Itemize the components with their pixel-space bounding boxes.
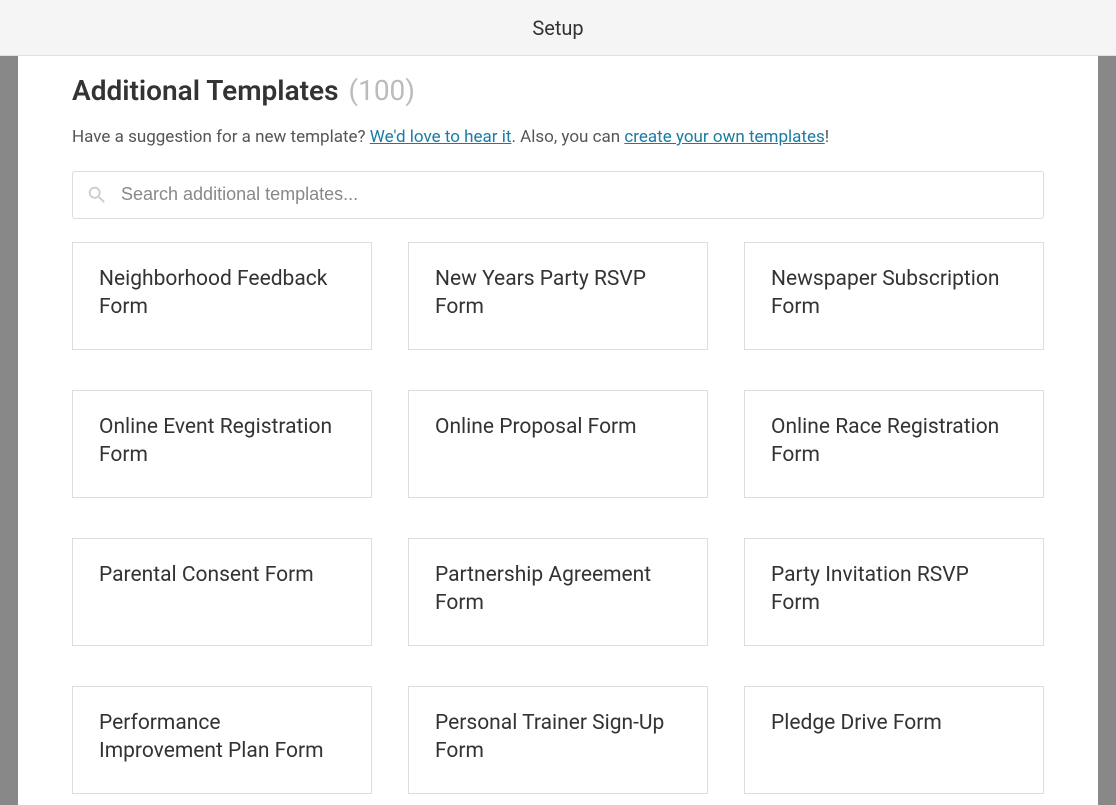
template-card[interactable]: Personal Trainer Sign-Up Form [408, 686, 708, 794]
template-card[interactable]: Online Event Registration Form [72, 390, 372, 498]
template-name: Partnership Agreement Form [435, 561, 681, 618]
template-card[interactable]: Neighborhood Feedback Form [72, 242, 372, 350]
title-row: Additional Templates (100) [72, 74, 1044, 107]
header-title: Setup [532, 16, 583, 40]
subtitle-suffix: ! [825, 127, 829, 147]
content-header: Additional Templates (100) Have a sugges… [18, 74, 1098, 219]
template-name: Online Race Registration Form [771, 413, 1017, 470]
template-name: New Years Party RSVP Form [435, 265, 681, 322]
right-gutter [1098, 56, 1116, 805]
search-icon [86, 184, 108, 206]
template-count: (100) [349, 74, 416, 107]
template-name: Neighborhood Feedback Form [99, 265, 345, 322]
template-name: Newspaper Subscription Form [771, 265, 1017, 322]
template-name: Party Invitation RSVP Form [771, 561, 1017, 618]
template-name: Personal Trainer Sign-Up Form [435, 709, 681, 766]
main-panel: Additional Templates (100) Have a sugges… [18, 56, 1098, 805]
template-card[interactable]: Performance Improvement Plan Form [72, 686, 372, 794]
create-templates-link[interactable]: create your own templates [624, 127, 824, 147]
template-card[interactable]: Parental Consent Form [72, 538, 372, 646]
suggestion-link[interactable]: We'd love to hear it [370, 127, 512, 147]
subtitle-prefix: Have a suggestion for a new template? [72, 127, 370, 147]
subtitle-mid: . Also, you can [511, 127, 624, 147]
subtitle: Have a suggestion for a new template? We… [72, 125, 1044, 151]
template-name: Pledge Drive Form [771, 709, 1017, 737]
page-title: Additional Templates [72, 74, 339, 107]
template-card[interactable]: New Years Party RSVP Form [408, 242, 708, 350]
search-wrap [72, 171, 1044, 219]
template-name: Online Event Registration Form [99, 413, 345, 470]
templates-scroll-region[interactable]: Neighborhood Feedback Form New Years Par… [18, 239, 1098, 794]
left-gutter [0, 56, 18, 805]
templates-grid: Neighborhood Feedback Form New Years Par… [72, 239, 1044, 794]
template-name: Parental Consent Form [99, 561, 345, 589]
outer-container: Additional Templates (100) Have a sugges… [0, 56, 1116, 805]
page-header: Setup [0, 0, 1116, 56]
template-name: Performance Improvement Plan Form [99, 709, 345, 766]
template-card[interactable]: Party Invitation RSVP Form [744, 538, 1044, 646]
template-name: Online Proposal Form [435, 413, 681, 441]
template-card[interactable]: Online Race Registration Form [744, 390, 1044, 498]
template-card[interactable]: Online Proposal Form [408, 390, 708, 498]
template-card[interactable]: Pledge Drive Form [744, 686, 1044, 794]
search-input[interactable] [72, 171, 1044, 219]
template-card[interactable]: Partnership Agreement Form [408, 538, 708, 646]
template-card[interactable]: Newspaper Subscription Form [744, 242, 1044, 350]
